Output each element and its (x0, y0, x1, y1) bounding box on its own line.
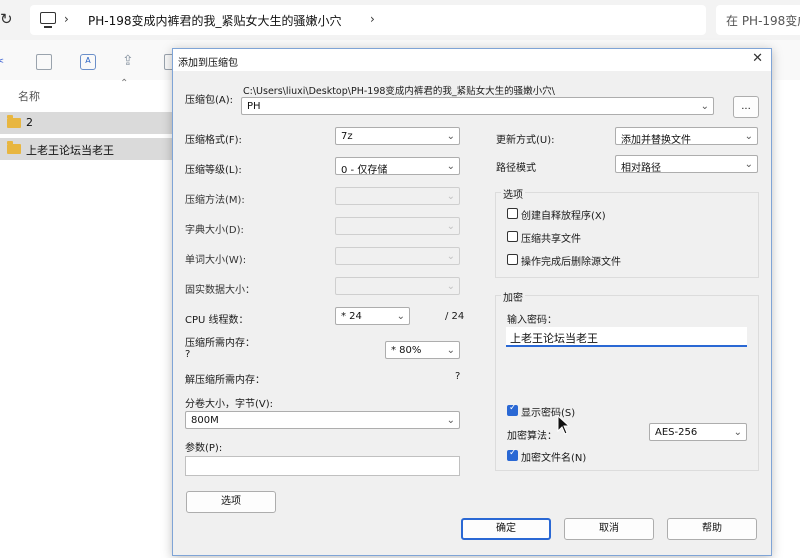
level-value: 0 - 仅存储 (341, 165, 388, 176)
solid-select: ⌄ (335, 277, 460, 295)
mem-compress-value: ? (185, 349, 191, 360)
method-select: ⌄ (335, 187, 460, 205)
share-icon[interactable]: ⇪ (122, 54, 136, 68)
password-value: 上老王论坛当老王 (510, 332, 598, 345)
volume-value: 800M (191, 415, 219, 426)
dict-select: ⌄ (335, 217, 460, 235)
chevron-right-icon[interactable]: › (64, 12, 69, 26)
options-button[interactable]: 选项 (186, 491, 276, 513)
chevron-down-icon[interactable]: ⌄ (745, 128, 753, 145)
password-label: 输入密码： (507, 315, 557, 326)
chevron-right-icon[interactable]: › (370, 12, 375, 26)
params-input[interactable] (185, 456, 460, 476)
chevron-down-icon[interactable]: ⌄ (745, 156, 753, 173)
delete-source-label[interactable]: 操作完成后删除源文件 (521, 253, 621, 268)
rename-icon[interactable]: A (80, 54, 96, 70)
file-row[interactable]: 上老王论坛当老王 (0, 138, 172, 160)
method-label: 压缩方法(M): (185, 195, 245, 206)
sort-chevron-icon[interactable]: ⌃ (120, 78, 128, 89)
search-box[interactable]: 在 PH-198变成 (716, 5, 800, 35)
show-password-checkbox[interactable] (507, 403, 518, 416)
word-label: 单词大小(W): (185, 255, 247, 266)
cancel-button[interactable]: 取消 (564, 518, 654, 540)
dialog-titlebar[interactable]: 添加到压缩包 ✕ (173, 49, 771, 71)
file-row[interactable]: 2 (0, 112, 172, 134)
archive-label: 压缩包(A): (185, 95, 234, 106)
file-name: 2 (26, 116, 33, 129)
address-box[interactable]: › PH-198变成内裤君的我_紧贴女大生的骚嫩小穴 › (30, 5, 706, 35)
folder-icon (7, 115, 21, 128)
column-header-name[interactable]: 名称 (18, 88, 40, 104)
options-group-title: 选项 (501, 186, 525, 201)
chevron-down-icon: ⌄ (446, 221, 455, 232)
file-name: 上老王论坛当老王 (26, 144, 114, 157)
cut-icon[interactable]: ✂ (0, 54, 8, 68)
archive-name-value: PH (247, 101, 261, 112)
params-label: 参数(P): (185, 443, 223, 454)
solid-label: 固实数据大小： (185, 285, 255, 296)
ok-button[interactable]: 确定 (461, 518, 551, 540)
shared-checkbox[interactable] (507, 231, 518, 242)
level-label: 压缩等级(L): (185, 165, 242, 176)
chevron-down-icon[interactable]: ⌄ (447, 128, 455, 145)
volume-label: 分卷大小，字节(V): (185, 399, 274, 410)
path-mode-select[interactable]: 相对路径 ⌄ (615, 155, 758, 174)
mem-percent-select[interactable]: * 80% ⌄ (385, 341, 460, 359)
level-select[interactable]: 0 - 仅存储 ⌄ (335, 157, 460, 176)
close-icon[interactable]: ✕ (752, 51, 763, 67)
search-placeholder: 在 PH-198变成 (726, 14, 800, 28)
sfx-label[interactable]: 创建自释放程序(X) (521, 207, 606, 222)
chevron-down-icon[interactable]: ⌄ (447, 158, 455, 175)
word-select: ⌄ (335, 247, 460, 265)
encrypt-group-title: 加密 (501, 289, 525, 304)
browse-button[interactable]: ... (733, 96, 759, 118)
refresh-icon[interactable]: ↻ (0, 10, 13, 28)
encrypt-names-label[interactable]: 加密文件名(N) (521, 449, 586, 464)
password-input[interactable]: 上老王论坛当老王 (506, 327, 747, 347)
update-value: 添加并替换文件 (621, 135, 691, 146)
chevron-down-icon: ⌄ (446, 281, 455, 292)
mem-compress-label: 压缩所需内存： (185, 338, 255, 349)
chevron-down-icon[interactable]: ⌄ (701, 98, 709, 115)
path-mode-label: 路径模式 (496, 163, 536, 174)
sfx-checkbox[interactable] (507, 208, 518, 219)
format-value: 7z (341, 131, 353, 142)
cpu-value: * 24 (341, 311, 362, 322)
encrypt-names-checkbox[interactable] (507, 448, 518, 461)
address-bar-area: ↻ › PH-198变成内裤君的我_紧贴女大生的骚嫩小穴 › 在 PH-198变… (0, 0, 800, 40)
copy-icon[interactable] (36, 54, 52, 70)
cpu-select[interactable]: * 24 ⌄ (335, 307, 410, 325)
format-label: 压缩格式(F): (185, 135, 242, 146)
archive-name-combo[interactable]: PH ⌄ (241, 97, 714, 115)
enc-method-label: 加密算法： (507, 431, 557, 442)
mem-percent-value: * 80% (391, 345, 422, 356)
enc-method-value: AES-256 (655, 427, 698, 438)
update-label: 更新方式(U): (496, 135, 555, 146)
cpu-total: / 24 (445, 311, 465, 322)
dialog-title: 添加到压缩包 (178, 58, 238, 69)
volume-combo[interactable]: 800M ⌄ (185, 411, 460, 429)
chevron-down-icon[interactable]: ⌄ (447, 412, 455, 429)
delete-source-checkbox[interactable] (507, 254, 518, 265)
help-button[interactable]: 帮助 (667, 518, 757, 540)
cpu-label: CPU 线程数： (185, 315, 249, 326)
chevron-down-icon[interactable]: ⌄ (734, 424, 742, 441)
monitor-icon (40, 12, 56, 28)
chevron-down-icon: ⌄ (446, 191, 455, 202)
dict-label: 字典大小(D): (185, 225, 244, 236)
chevron-down-icon: ⌄ (446, 251, 455, 262)
add-to-archive-dialog: 添加到压缩包 ✕ 压缩包(A): C:\Users\liuxi\Desktop\… (172, 48, 772, 556)
archive-path: C:\Users\liuxi\Desktop\PH-198变成内裤君的我_紧贴女… (243, 86, 555, 97)
path-mode-value: 相对路径 (621, 163, 661, 174)
update-select[interactable]: 添加并替换文件 ⌄ (615, 127, 758, 146)
folder-icon (7, 141, 21, 154)
format-select[interactable]: 7z ⌄ (335, 127, 460, 145)
shared-label[interactable]: 压缩共享文件 (521, 230, 581, 245)
chevron-down-icon[interactable]: ⌄ (397, 308, 405, 325)
enc-method-select[interactable]: AES-256 ⌄ (649, 423, 747, 441)
chevron-down-icon[interactable]: ⌄ (447, 342, 455, 359)
address-path[interactable]: PH-198变成内裤君的我_紧贴女大生的骚嫩小穴 (88, 12, 342, 29)
mem-decompress-label: 解压缩所需内存： (185, 375, 265, 386)
mem-decompress-value: ? (455, 371, 461, 382)
